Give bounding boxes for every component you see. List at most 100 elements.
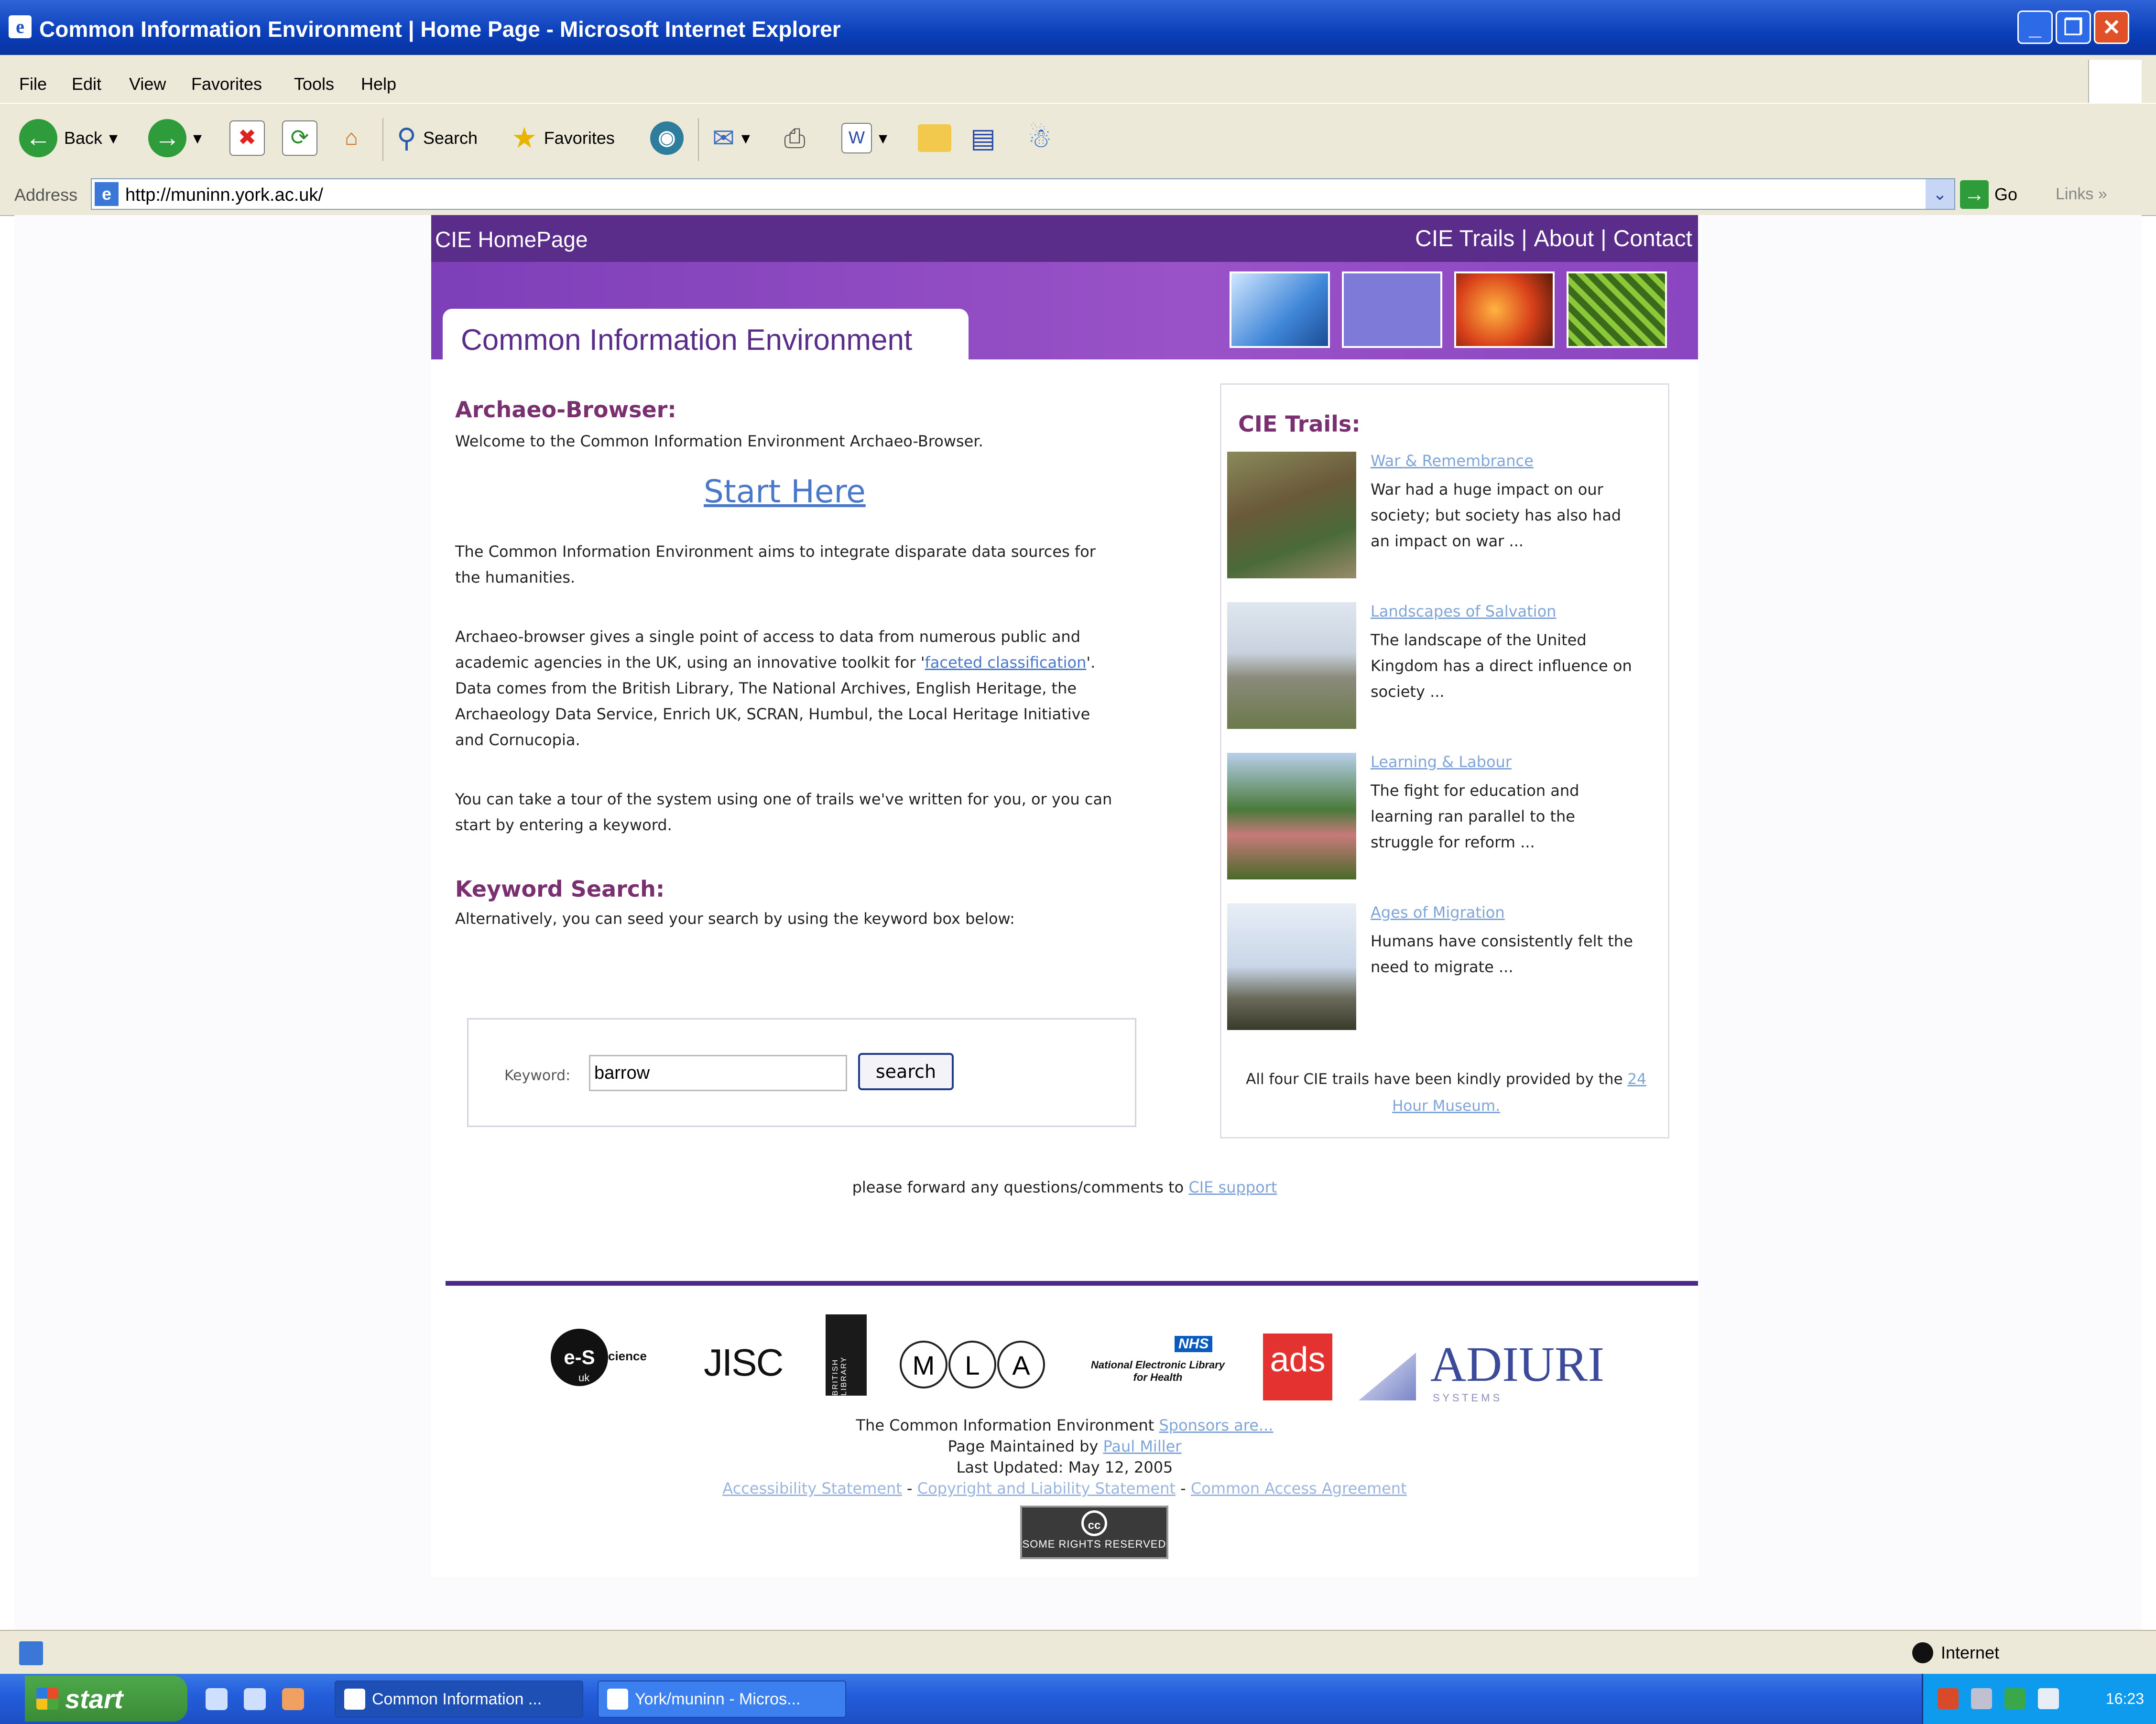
tour-text: You can take a tour of the system using …: [455, 790, 1112, 834]
copyright-link[interactable]: Copyright and Liability Statement: [917, 1479, 1176, 1497]
nhs-nelh-logo[interactable]: NHS National Electronic Library for Heal…: [1091, 1336, 1225, 1398]
escience-logo[interactable]: e-S cience uk: [551, 1329, 656, 1391]
word-icon: W: [841, 123, 872, 153]
maintainer-link[interactable]: Paul Miller: [1103, 1437, 1182, 1455]
tray-network-icon[interactable]: [1938, 1688, 1959, 1709]
sponsors-link[interactable]: Sponsors are...: [1159, 1416, 1273, 1434]
trail-image-learning[interactable]: [1227, 753, 1356, 879]
trail-image-war[interactable]: [1227, 452, 1356, 578]
trail-item[interactable]: Landscapes of Salvation The landscape of…: [1227, 602, 1657, 736]
mail-button[interactable]: ✉ ▾: [712, 115, 750, 161]
trail-image-landscapes[interactable]: [1227, 602, 1356, 729]
accessibility-link[interactable]: Accessibility Statement: [722, 1479, 902, 1497]
back-dropdown-icon[interactable]: ▾: [109, 128, 118, 148]
trail-item[interactable]: War & Remembrance War had a huge impact …: [1227, 452, 1657, 586]
trail-link-learning[interactable]: Learning & Labour: [1371, 753, 1512, 771]
back-button[interactable]: ← Back ▾: [19, 115, 118, 161]
research-button[interactable]: ▤: [970, 115, 996, 161]
adiuri-logo[interactable]: ADIURI S Y S T E M S: [1359, 1329, 1626, 1405]
task-label-cie: Common Information ...: [372, 1690, 542, 1708]
menu-file[interactable]: File: [19, 74, 47, 94]
page-viewport[interactable]: CIE HomePage CIE Trails | About | Contact Co…: [14, 215, 2142, 1630]
trail-item[interactable]: Ages of Migration Humans have consistent…: [1227, 903, 1657, 1037]
tray-antivirus-icon[interactable]: [2004, 1688, 2025, 1709]
creative-commons-badge[interactable]: cc SOME RIGHTS RESERVED: [1020, 1506, 1168, 1559]
access-agreement-link[interactable]: Common Access Agreement: [1191, 1479, 1407, 1497]
menu-edit[interactable]: Edit: [72, 74, 101, 94]
menu-help[interactable]: Help: [361, 74, 396, 94]
british-library-logo[interactable]: BRITISH LIBRARY: [826, 1314, 867, 1396]
nav-home-link[interactable]: CIE HomePage: [435, 227, 588, 252]
window-title: Common Information Environment | Home Pa…: [39, 17, 841, 42]
minimize-button[interactable]: _: [2017, 11, 2053, 44]
restore-button[interactable]: ❐: [2056, 11, 2091, 44]
banner-thumb-texture: [1567, 271, 1667, 348]
jisc-logo[interactable]: JISC: [704, 1341, 784, 1385]
keyword-input[interactable]: barrow: [589, 1055, 847, 1091]
refresh-button[interactable]: ⟳: [282, 115, 317, 161]
trail-link-landscapes[interactable]: Landscapes of Salvation: [1371, 602, 1556, 620]
globe-icon: [1912, 1642, 1933, 1663]
taskbar-item-cie[interactable]: Common Information ...: [335, 1681, 583, 1718]
nav-link-about[interactable]: About: [1534, 226, 1594, 251]
search-submit-button[interactable]: search: [858, 1053, 954, 1090]
forward-button[interactable]: → ▾: [148, 115, 202, 161]
start-here-link[interactable]: Start Here: [704, 473, 1124, 510]
faceted-classification-link[interactable]: faceted classification: [925, 653, 1087, 672]
address-url: http://muninn.york.ac.uk/: [125, 185, 323, 205]
media-button[interactable]: ◉: [650, 115, 684, 161]
links-label: Links: [2056, 185, 2094, 203]
footer-policy-links: Accessibility Statement - Copyright and …: [431, 1478, 1698, 1499]
stop-button[interactable]: ✖: [229, 115, 265, 161]
links-button[interactable]: Links »: [2056, 185, 2107, 204]
search-button[interactable]: ⚲ Search: [397, 115, 478, 161]
ie-task-icon: [607, 1689, 628, 1710]
refresh-icon: ⟳: [282, 120, 317, 156]
edit-button[interactable]: W ▾: [841, 115, 887, 161]
footer-line-sponsors: The Common Information Environment Spons…: [431, 1415, 1698, 1436]
window-title-bar[interactable]: e Common Information Environment | Home …: [0, 0, 2156, 55]
trail-item[interactable]: Learning & Labour The fight for educatio…: [1227, 753, 1657, 887]
star-icon: ★: [512, 122, 537, 154]
tray-volume-icon[interactable]: [1971, 1688, 1992, 1709]
mla-logo[interactable]: M L A: [900, 1341, 1045, 1388]
nav-link-contact[interactable]: Contact: [1613, 226, 1692, 251]
menu-tools[interactable]: Tools: [294, 74, 334, 94]
search-label: Search: [423, 128, 478, 148]
trails-heading: CIE Trails:: [1238, 411, 1361, 437]
keyword-label: Keyword:: [504, 1067, 571, 1084]
trail-link-migration[interactable]: Ages of Migration: [1371, 903, 1505, 922]
trail-image-migration[interactable]: [1227, 903, 1356, 1030]
address-dropdown-icon[interactable]: ⌄: [1926, 179, 1954, 209]
quicklaunch-ie-icon[interactable]: [206, 1688, 228, 1710]
home-button[interactable]: ⌂: [335, 115, 368, 161]
nav-link-trails[interactable]: CIE Trails: [1415, 226, 1514, 251]
messenger-button[interactable]: ☃: [1028, 115, 1052, 161]
favorites-button[interactable]: ★ Favorites: [512, 115, 615, 161]
address-input[interactable]: e http://muninn.york.ac.uk/ ⌄: [91, 178, 1955, 210]
toolbar-separator: [698, 118, 699, 161]
quicklaunch-app-icon[interactable]: [282, 1688, 304, 1710]
close-button[interactable]: ✕: [2094, 11, 2129, 44]
forward-text: please forward any questions/comments to: [852, 1178, 1184, 1196]
trail-link-war[interactable]: War & Remembrance: [1371, 452, 1534, 470]
research-icon: ▤: [970, 123, 996, 153]
ads-logo[interactable]: ads: [1263, 1334, 1332, 1400]
go-button[interactable]: → Go: [1960, 180, 2017, 209]
menu-favorites[interactable]: Favorites: [191, 74, 262, 94]
nav-links: CIE Trails | About | Contact: [1415, 226, 1692, 251]
menu-view[interactable]: View: [129, 74, 166, 94]
site-banner: Common Information Environment: [431, 262, 1698, 361]
forward-dropdown-icon[interactable]: ▾: [193, 128, 202, 148]
tray-monitor-icon[interactable]: [2038, 1688, 2059, 1709]
folder-button[interactable]: [918, 115, 951, 161]
mail-dropdown-icon[interactable]: ▾: [741, 128, 750, 148]
quicklaunch-browser-icon[interactable]: [244, 1688, 266, 1710]
cie-site: CIE HomePage CIE Trails | About | Contact Co…: [431, 215, 1698, 1577]
edit-dropdown-icon[interactable]: ▾: [879, 128, 887, 148]
taskbar-item-york[interactable]: York/muninn - Micros...: [598, 1681, 846, 1718]
adiuri-word: ADIURI: [1430, 1337, 1604, 1392]
print-button[interactable]: ⎙: [784, 115, 806, 161]
cie-support-link[interactable]: CIE support: [1188, 1178, 1277, 1196]
start-button[interactable]: start: [25, 1676, 187, 1722]
